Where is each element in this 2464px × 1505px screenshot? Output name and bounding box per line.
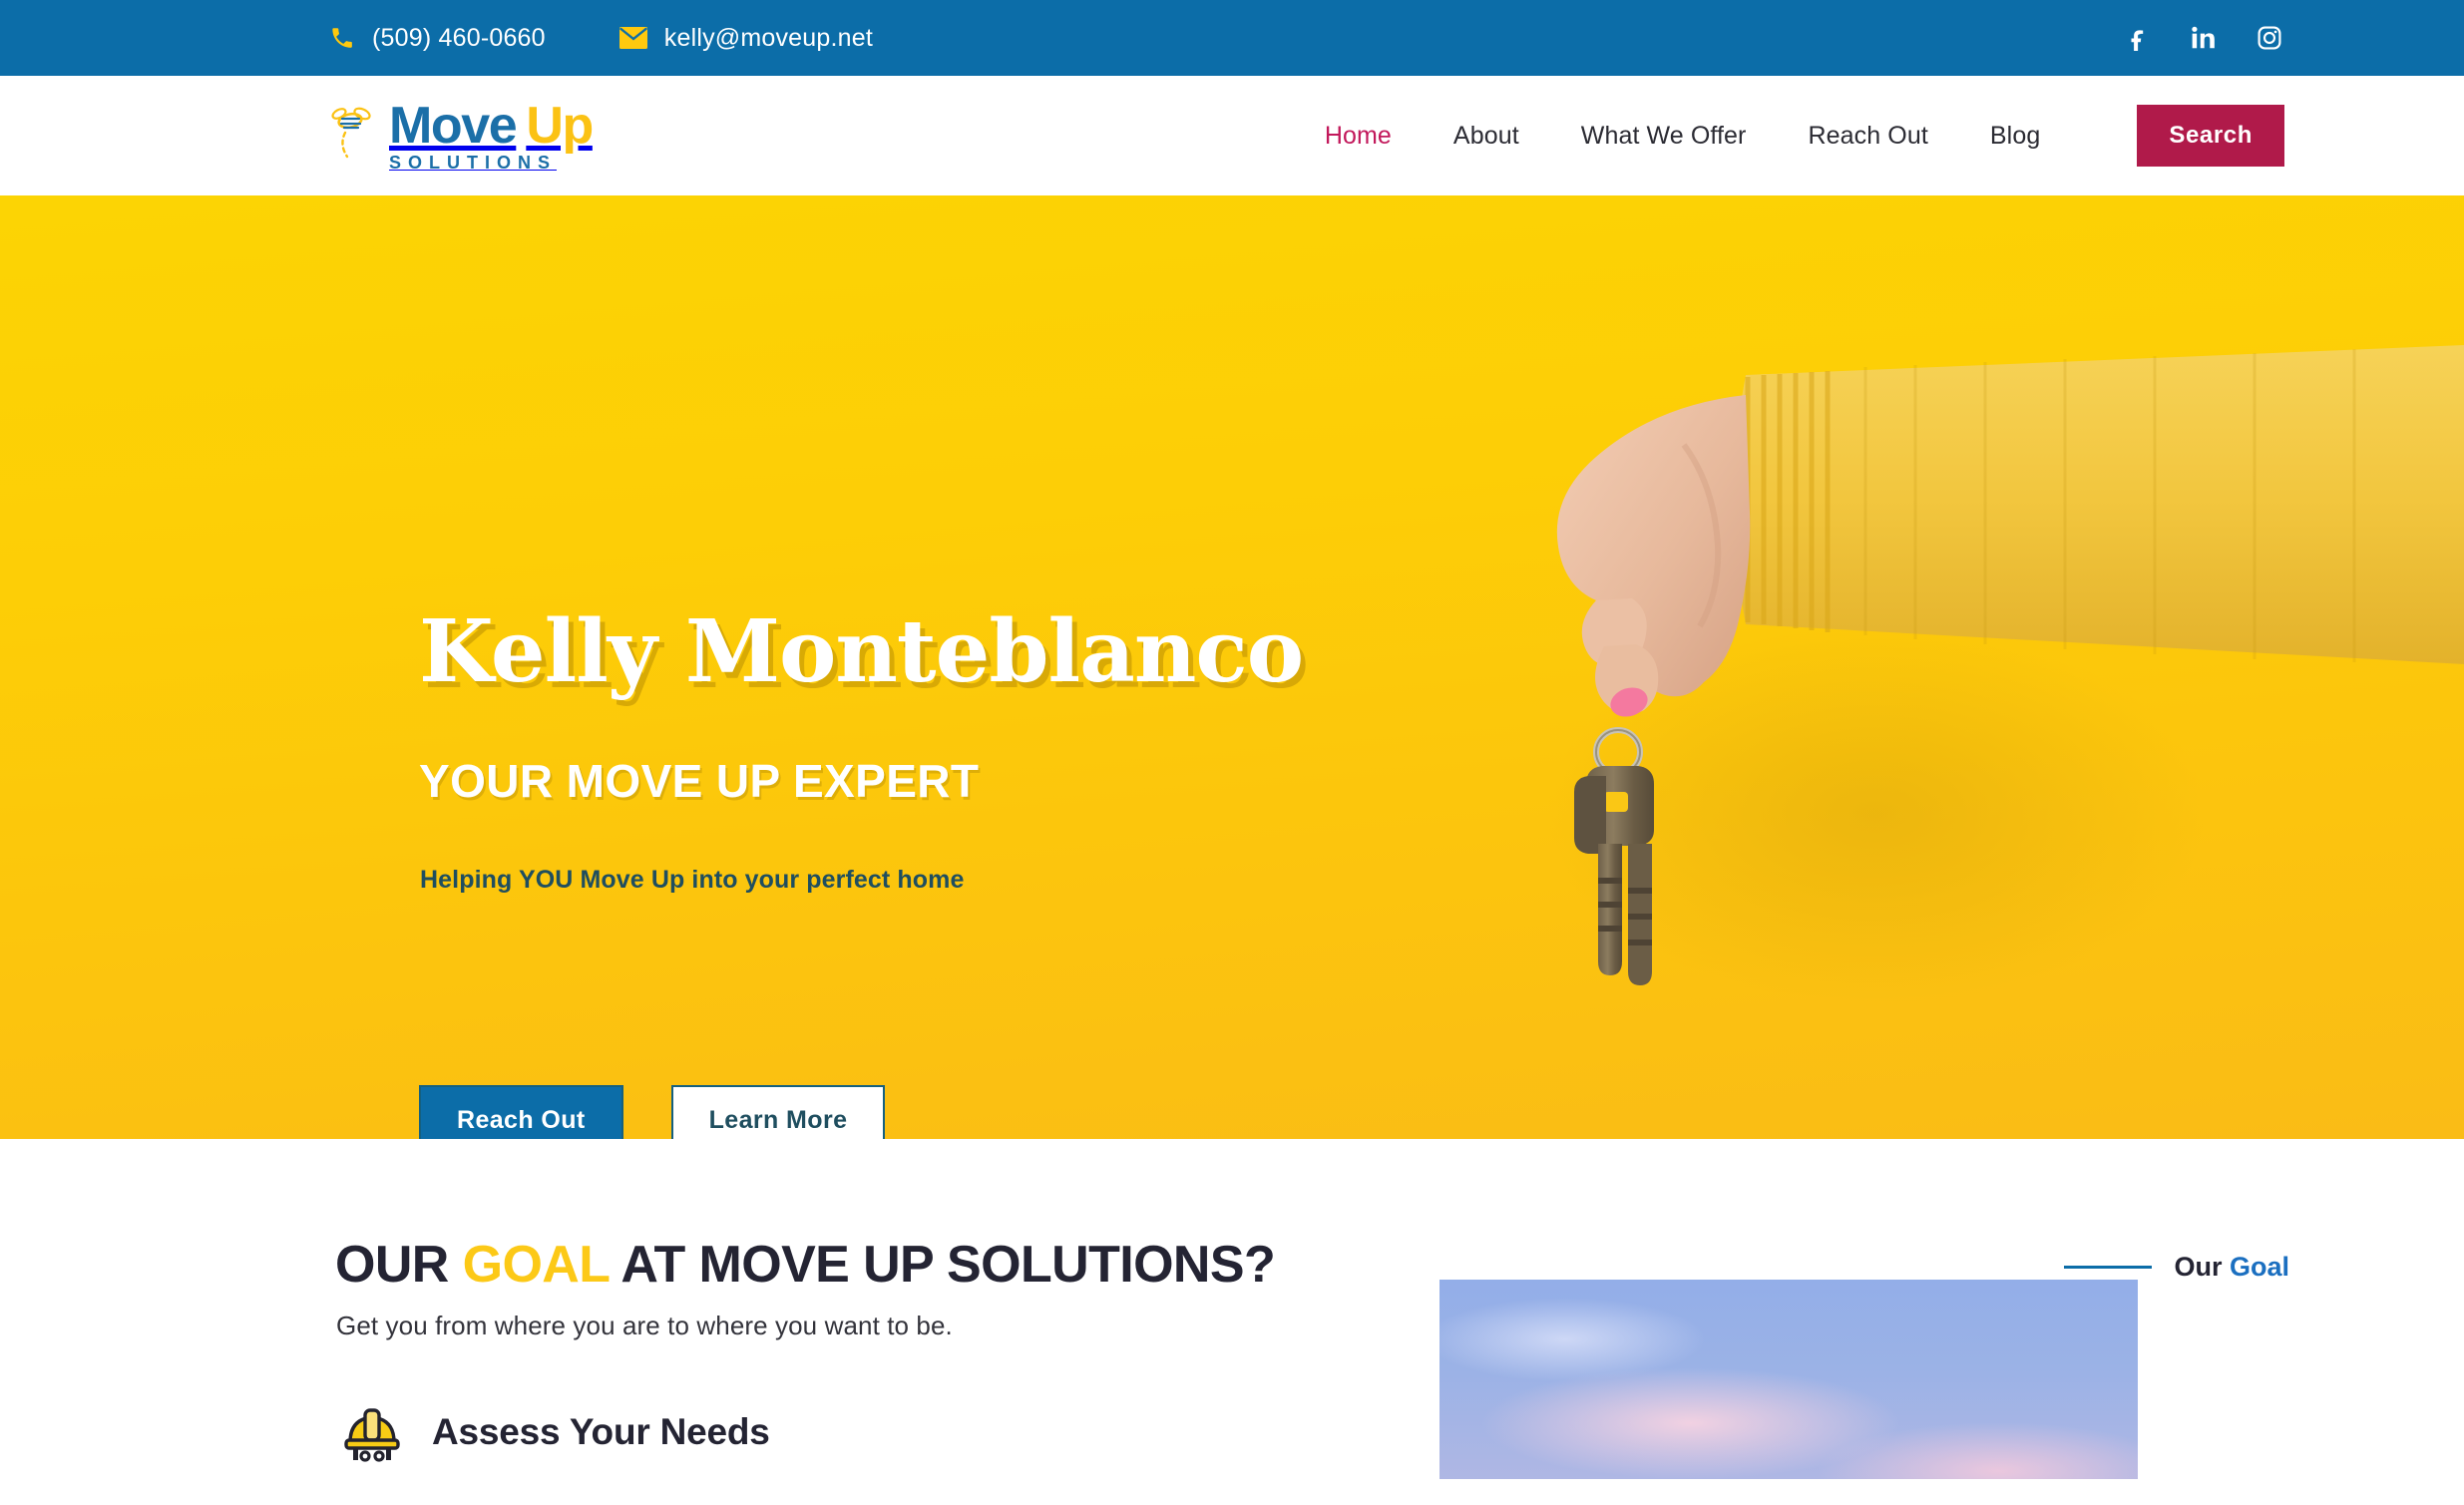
logo-tagline: SOLUTIONS (389, 153, 558, 173)
hero-section: Kelly Monteblanco YOUR MOVE UP EXPERT He… (0, 195, 2464, 1139)
contact-group: (509) 460-0660 kelly@moveup.net (329, 24, 873, 53)
instagram-icon[interactable] (2255, 23, 2284, 53)
goal-eyebrow: Our Goal (2064, 1252, 2289, 1283)
main-navigation: Home About What We Offer Reach Out Blog … (1294, 105, 2284, 167)
reach-out-button[interactable]: Reach Out (419, 1085, 623, 1139)
eyebrow-label: Our Goal (2174, 1252, 2289, 1283)
facebook-icon[interactable] (2123, 23, 2153, 53)
bee-icon (329, 105, 385, 167)
sky-clouds-photo (1439, 1280, 2138, 1479)
email-link[interactable]: kelly@moveup.net (618, 23, 873, 53)
phone-icon (329, 25, 355, 51)
goal-heading-part2: AT MOVE UP SOLUTIONS? (609, 1236, 1276, 1294)
hero-content: Kelly Monteblanco YOUR MOVE UP EXPERT He… (419, 195, 1516, 1139)
hero-tagline: Helping YOU Move Up into your perfect ho… (420, 866, 965, 894)
hero-cta-group: Reach Out Learn More (419, 1085, 886, 1139)
phone-text: (509) 460-0660 (372, 23, 546, 52)
feature-title: Assess Your Needs (432, 1411, 770, 1452)
envelope-icon (618, 27, 647, 49)
feature-assess-your-needs: Assess Your Needs (342, 1406, 770, 1462)
logo-word-move: Move (389, 97, 518, 155)
eyebrow-part1: Our (2174, 1252, 2230, 1282)
nav-item-home[interactable]: Home (1294, 122, 1423, 151)
hand-holding-keys-photo (1446, 195, 2464, 1139)
phone-link[interactable]: (509) 460-0660 (329, 24, 546, 53)
linkedin-icon[interactable] (2189, 23, 2219, 53)
search-button[interactable]: Search (2137, 105, 2284, 167)
hero-title: Kelly Monteblanco (419, 601, 1304, 702)
nav-item-reach-out[interactable]: Reach Out (1777, 122, 1958, 151)
social-links (2123, 23, 2284, 53)
goal-heading-part1: OUR (335, 1236, 463, 1294)
goal-heading: OUR GOAL AT MOVE UP SOLUTIONS? (335, 1235, 1276, 1295)
nav-item-about[interactable]: About (1423, 122, 1550, 151)
eyebrow-highlight: Goal (2229, 1252, 2289, 1282)
hard-hat-icon (342, 1406, 402, 1462)
goal-heading-highlight: GOAL (462, 1236, 610, 1294)
goal-description: Get you from where you are to where you … (336, 1311, 953, 1340)
site-logo[interactable]: Move Up SOLUTIONS (329, 97, 594, 173)
hero-subtitle: YOUR MOVE UP EXPERT (419, 755, 980, 807)
top-utility-bar: (509) 460-0660 kelly@moveup.net (0, 0, 2464, 76)
email-text: kelly@moveup.net (663, 23, 873, 52)
learn-more-button[interactable]: Learn More (670, 1085, 886, 1139)
eyebrow-rule-icon (2064, 1266, 2153, 1269)
nav-item-what-we-offer[interactable]: What We Offer (1550, 122, 1778, 151)
sky-image-inner (1439, 1280, 2138, 1479)
logo-word-up: Up (526, 97, 594, 155)
site-header: Move Up SOLUTIONS Home About What We Off… (0, 76, 2464, 195)
goal-section: OUR GOAL AT MOVE UP SOLUTIONS? Our Goal … (0, 1139, 2464, 1485)
nav-item-blog[interactable]: Blog (1959, 122, 2071, 151)
